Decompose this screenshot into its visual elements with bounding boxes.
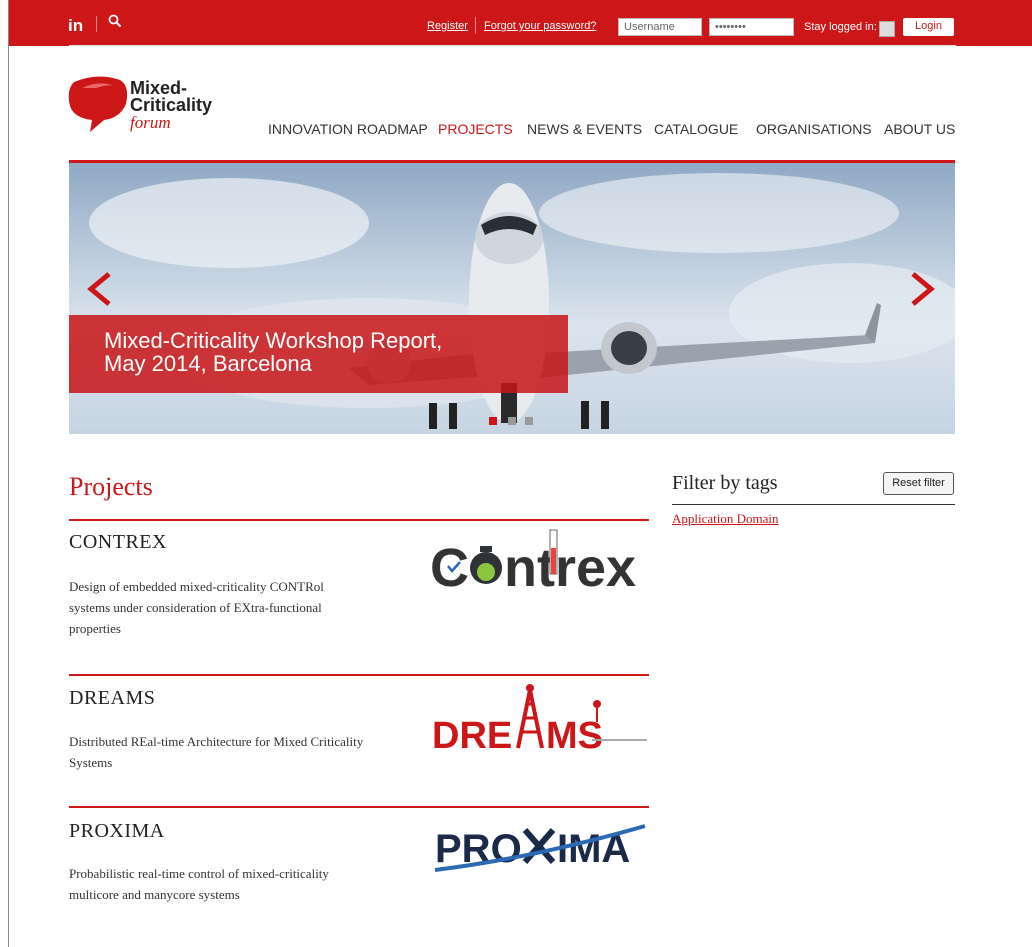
chevron-left-icon[interactable] bbox=[85, 271, 115, 307]
slide-caption-line: Mixed-Criticality Workshop Report, bbox=[104, 328, 443, 353]
forgot-password-link[interactable]: Forgot your password? bbox=[484, 20, 597, 32]
stay-logged-in-checkbox[interactable] bbox=[879, 21, 895, 37]
nav-item-projects[interactable]: PROJECTS bbox=[438, 121, 513, 137]
password-input[interactable]: •••••••• bbox=[709, 18, 794, 36]
logo-text: Criticality bbox=[130, 95, 213, 115]
slide-dot-1[interactable] bbox=[489, 417, 497, 425]
divider bbox=[69, 519, 649, 521]
project-title-contrex[interactable]: CONTREX bbox=[69, 531, 167, 554]
slide-caption-line: May 2014, Barcelona bbox=[104, 351, 312, 376]
nav-item-news-events[interactable]: NEWS & EVENTS bbox=[527, 121, 642, 137]
hero-slider[interactable]: Mixed-Criticality Workshop Report, May 2… bbox=[69, 163, 955, 434]
site-logo[interactable]: Mixed- Criticality forum bbox=[68, 74, 238, 134]
page-title: Projects bbox=[69, 472, 153, 501]
airplane-image bbox=[89, 173, 955, 429]
project-description: Distributed REal-time Architecture for M… bbox=[69, 734, 364, 770]
filter-title: Filter by tags bbox=[672, 472, 778, 494]
nav-item-about-us[interactable]: ABOUT US bbox=[884, 121, 955, 137]
divider bbox=[96, 16, 97, 32]
tag-application-domain[interactable]: Application Domain bbox=[672, 511, 779, 527]
svg-text:C: C bbox=[430, 538, 469, 592]
slide-dot-2[interactable] bbox=[508, 417, 516, 425]
top-bar: in Register Forgot your password? Userna… bbox=[9, 0, 1032, 46]
divider bbox=[672, 504, 955, 505]
svg-text:MS: MS bbox=[546, 715, 603, 752]
dreams-logo[interactable]: DRE MS bbox=[432, 682, 652, 752]
search-icon[interactable] bbox=[108, 14, 122, 28]
divider bbox=[475, 17, 476, 34]
slide-caption[interactable]: Mixed-Criticality Workshop Report, May 2… bbox=[69, 315, 568, 393]
slide-dot-3[interactable] bbox=[525, 417, 533, 425]
project-description: Design of embedded mixed-criticality CON… bbox=[69, 579, 324, 636]
nav-item-organisations[interactable]: ORGANISATIONS bbox=[756, 121, 872, 137]
linkedin-icon[interactable]: in bbox=[68, 16, 83, 36]
project-description: Probabilistic real-time control of mixed… bbox=[69, 866, 329, 902]
nav-item-catalogue[interactable]: CATALOGUE bbox=[654, 121, 738, 137]
divider bbox=[69, 806, 649, 808]
reset-filter-button[interactable]: Reset filter bbox=[883, 472, 954, 495]
stay-logged-in-label: Stay logged in: bbox=[804, 21, 877, 33]
speech-bubble-icon bbox=[68, 76, 128, 132]
contrex-logo[interactable]: C ntrex bbox=[430, 528, 650, 592]
proxima-logo[interactable]: PRO IMA bbox=[433, 818, 648, 878]
username-input[interactable]: Username bbox=[618, 18, 702, 36]
page-border bbox=[8, 0, 9, 947]
chevron-right-icon[interactable] bbox=[907, 271, 937, 307]
svg-text:ntrex: ntrex bbox=[504, 538, 636, 592]
logo-text: forum bbox=[130, 113, 171, 132]
project-title-dreams[interactable]: DREAMS bbox=[69, 687, 155, 710]
svg-text:DRE: DRE bbox=[432, 715, 512, 752]
divider bbox=[69, 45, 956, 46]
register-link[interactable]: Register bbox=[427, 20, 468, 32]
divider bbox=[69, 674, 649, 676]
login-button[interactable]: Login bbox=[903, 18, 954, 36]
nav-item-innovation-roadmap[interactable]: INNOVATION ROADMAP bbox=[268, 121, 428, 137]
project-title-proxima[interactable]: PROXIMA bbox=[69, 820, 165, 843]
